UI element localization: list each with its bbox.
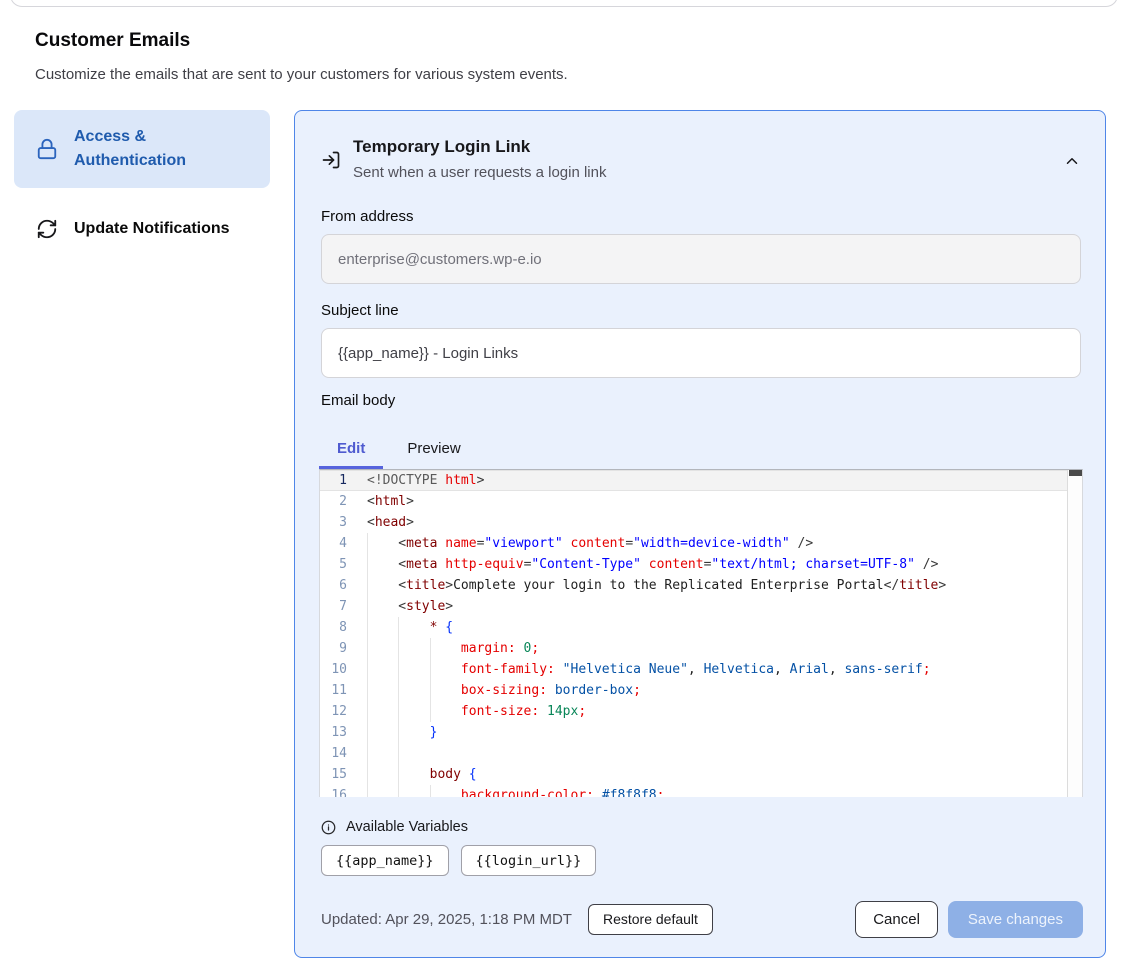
- code-text[interactable]: <html>: [367, 491, 1067, 512]
- code-line[interactable]: 15 body {: [320, 764, 1067, 785]
- sidebar-item-update-notifications[interactable]: Update Notifications: [14, 205, 270, 253]
- cancel-button[interactable]: Cancel: [855, 901, 938, 938]
- refresh-icon: [36, 218, 58, 240]
- code-line[interactable]: 11 box-sizing: border-box;: [320, 680, 1067, 701]
- subject-line-field[interactable]: [321, 328, 1081, 378]
- tab-preview-label: Preview: [407, 440, 460, 457]
- footer-action-buttons: Cancel Save changes: [855, 901, 1083, 938]
- line-number: 11: [320, 680, 347, 701]
- code-line[interactable]: 1 <!DOCTYPE html>: [320, 470, 1067, 491]
- save-changes-button[interactable]: Save changes: [948, 901, 1083, 938]
- code-line[interactable]: 2 <html>: [320, 491, 1067, 512]
- lock-icon: [36, 138, 58, 160]
- available-variables-label: Available Variables: [346, 819, 468, 835]
- tab-edit-label: Edit: [337, 440, 365, 457]
- code-text[interactable]: <style>: [367, 596, 1067, 617]
- chevron-up-icon[interactable]: [1063, 152, 1081, 170]
- variable-chip-login-url[interactable]: {{login_url}}: [461, 845, 597, 876]
- code-text[interactable]: body {: [367, 764, 1067, 785]
- code-text[interactable]: font-size: 14px;: [367, 701, 1067, 722]
- code-line[interactable]: 8 * {: [320, 617, 1067, 638]
- code-editor[interactable]: 1<!DOCTYPE html>2<html>3<head>4 <meta na…: [319, 469, 1083, 797]
- line-number: 12: [320, 701, 347, 722]
- line-number: 16: [320, 785, 347, 797]
- code-line[interactable]: 12 font-size: 14px;: [320, 701, 1067, 722]
- email-body-label: Email body: [321, 392, 395, 409]
- code-text[interactable]: font-family: "Helvetica Neue", Helvetica…: [367, 659, 1067, 680]
- line-number: 1: [320, 470, 347, 491]
- code-text[interactable]: <meta name="viewport" content="width=dev…: [367, 533, 1067, 554]
- log-in-icon: [321, 150, 341, 170]
- panel-footer: Updated: Apr 29, 2025, 1:18 PM MDT Resto…: [321, 900, 1083, 938]
- code-text[interactable]: <head>: [367, 512, 1067, 533]
- code-text[interactable]: * {: [367, 617, 1067, 638]
- from-address-label: From address: [321, 208, 414, 225]
- code-text[interactable]: margin: 0;: [367, 638, 1067, 659]
- line-number: 6: [320, 575, 347, 596]
- line-number: 14: [320, 743, 347, 764]
- code-text[interactable]: box-sizing: border-box;: [367, 680, 1067, 701]
- code-text[interactable]: <meta http-equiv="Content-Type" content=…: [367, 554, 1067, 575]
- line-number: 4: [320, 533, 347, 554]
- sidebar-item-label: Update Notifications: [74, 217, 230, 241]
- email-settings-panel: Temporary Login Link Sent when a user re…: [294, 110, 1106, 958]
- subject-line-label: Subject line: [321, 302, 399, 319]
- line-number: 7: [320, 596, 347, 617]
- line-number: 10: [320, 659, 347, 680]
- code-line[interactable]: 7 <style>: [320, 596, 1067, 617]
- code-line[interactable]: 14: [320, 743, 1067, 764]
- code-text[interactable]: <!DOCTYPE html>: [367, 470, 1067, 491]
- page-title: Customer Emails: [35, 30, 190, 52]
- editor-scrollbar-thumb[interactable]: [1069, 470, 1082, 476]
- variable-chip-app-name[interactable]: {{app_name}}: [321, 845, 449, 876]
- info-icon: [321, 820, 336, 835]
- line-number: 13: [320, 722, 347, 743]
- email-body-tabs: Edit Preview: [319, 428, 479, 469]
- code-line[interactable]: 13 }: [320, 722, 1067, 743]
- editor-scrollbar-track[interactable]: [1067, 470, 1082, 797]
- panel-title: Temporary Login Link: [353, 137, 530, 157]
- panel-subtitle: Sent when a user requests a login link: [353, 164, 606, 181]
- restore-default-button[interactable]: Restore default: [588, 904, 713, 935]
- from-address-field[interactable]: [321, 234, 1081, 284]
- line-number: 3: [320, 512, 347, 533]
- line-number: 8: [320, 617, 347, 638]
- tab-preview[interactable]: Preview: [389, 428, 478, 469]
- code-line[interactable]: 5 <meta http-equiv="Content-Type" conten…: [320, 554, 1067, 575]
- code-text[interactable]: }: [367, 722, 1067, 743]
- code-line[interactable]: 4 <meta name="viewport" content="width=d…: [320, 533, 1067, 554]
- code-editor-lines: 1<!DOCTYPE html>2<html>3<head>4 <meta na…: [320, 470, 1067, 797]
- page-subtitle: Customize the emails that are sent to yo…: [35, 66, 568, 83]
- variable-chips: {{app_name}} {{login_url}}: [321, 845, 596, 876]
- available-variables-row: Available Variables: [321, 819, 468, 835]
- line-number: 2: [320, 491, 347, 512]
- code-text[interactable]: background-color: #f8f8f8;: [367, 785, 1067, 797]
- code-text[interactable]: <title>Complete your login to the Replic…: [367, 575, 1067, 596]
- code-line[interactable]: 16 background-color: #f8f8f8;: [320, 785, 1067, 797]
- code-line[interactable]: 3 <head>: [320, 512, 1067, 533]
- code-line[interactable]: 9 margin: 0;: [320, 638, 1067, 659]
- code-text[interactable]: [367, 743, 1067, 764]
- sidebar-item-access-authentication[interactable]: Access & Authentication: [14, 110, 270, 188]
- code-line[interactable]: 6 <title>Complete your login to the Repl…: [320, 575, 1067, 596]
- code-line[interactable]: 10 font-family: "Helvetica Neue", Helvet…: [320, 659, 1067, 680]
- tab-edit[interactable]: Edit: [319, 428, 383, 469]
- previous-card-edge: [10, 0, 1118, 7]
- sidebar-item-label: Access & Authentication: [74, 125, 244, 173]
- updated-timestamp: Updated: Apr 29, 2025, 1:18 PM MDT: [321, 911, 572, 928]
- line-number: 9: [320, 638, 347, 659]
- line-number: 5: [320, 554, 347, 575]
- line-number: 15: [320, 764, 347, 785]
